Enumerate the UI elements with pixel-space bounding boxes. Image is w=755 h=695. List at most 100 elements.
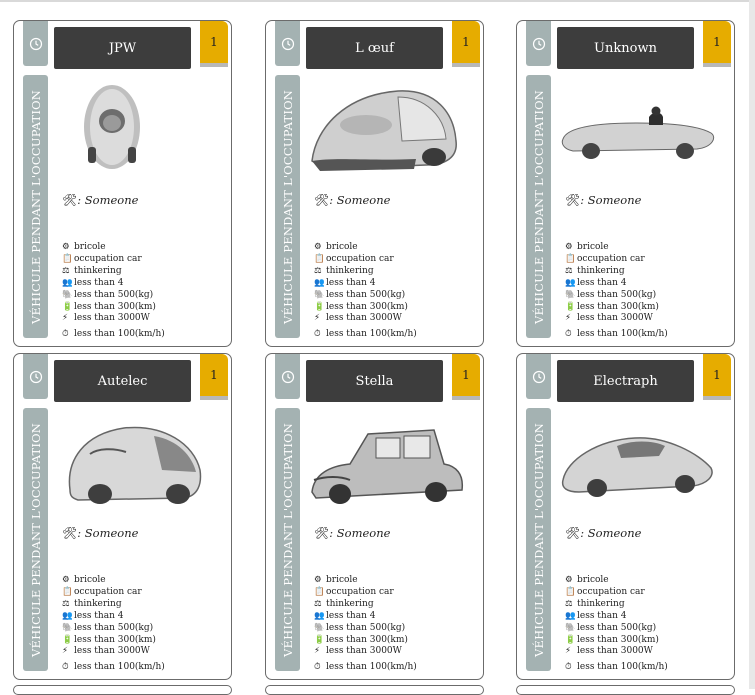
stopwatch-icon: ⏱ <box>565 662 572 673</box>
stat-weight: 🐘less than 500(kg) <box>565 290 668 302</box>
stat-category: 📋occupation car <box>565 254 668 266</box>
tools-icon: 🛠 <box>314 526 330 540</box>
clock-icon <box>29 37 42 50</box>
clock-icon <box>281 370 294 383</box>
vehicle-photo <box>311 90 457 171</box>
stat-value: less than 500(kg) <box>326 289 406 300</box>
clipboard-icon: 📋 <box>565 586 576 597</box>
stat-value: bricole <box>326 242 358 252</box>
stat-seats: 👥less than 4 <box>314 611 417 623</box>
stat-value: less than 3000W <box>326 313 402 324</box>
card-number-badge: 1 <box>200 21 228 67</box>
stat-value: less than 3000W <box>577 646 653 657</box>
stat-value: bricole <box>326 575 358 585</box>
category-sidebar: VÉHICULE PENDANT L'OCCUPATION <box>275 75 300 338</box>
tools-icon: 🛠 <box>62 526 78 540</box>
vehicle-card: VÉHICULE PENDANT L'OCCUPATION Electraph … <box>516 353 735 680</box>
vehicle-photo <box>68 426 202 504</box>
stats-list: ⚙ bricole 📋occupation car ⚖ thinkering 👥le… <box>565 242 668 341</box>
stat-value: bricole <box>577 575 609 585</box>
stat-value: less than 500(kg) <box>74 289 154 300</box>
stat-power: ⚡ less than 3000W <box>314 646 417 658</box>
stat-value: less than 4 <box>326 610 376 621</box>
elephant-icon: 🐘 <box>565 289 576 300</box>
card-corner-tab <box>23 21 48 66</box>
scales-icon: ⚖ <box>62 598 70 609</box>
card-title: L œuf <box>306 27 443 69</box>
clock-icon <box>532 370 545 383</box>
clipboard-icon: 📋 <box>314 586 325 597</box>
stat-weight: 🐘less than 500(kg) <box>62 290 165 302</box>
stat-value: less than 3000W <box>326 646 402 657</box>
gear-icon: ⚙ <box>565 242 573 252</box>
stat-range: 🔋less than 300(km) <box>62 302 165 314</box>
card-title: Electraph <box>557 360 694 402</box>
card-title: JPW <box>54 27 191 69</box>
battery-icon: 🔋 <box>314 301 325 312</box>
stopwatch-icon: ⏱ <box>314 329 321 340</box>
builder-name: Someone <box>336 193 391 207</box>
stat-speed: ⏱ less than 100(km/h) <box>565 662 668 674</box>
builder-name: Someone <box>587 526 642 540</box>
tools-icon: 🛠 <box>565 526 581 540</box>
vehicle-photo <box>561 437 713 497</box>
stat-value: thinkering <box>74 265 122 276</box>
stat-value: less than 300(km) <box>74 634 156 645</box>
page-scrollbar[interactable] <box>749 0 755 689</box>
stat-approach: ⚖ thinkering <box>314 266 417 278</box>
builder-line: 🛠: Someone <box>62 526 139 540</box>
vehicle-card-partial <box>13 685 232 695</box>
stat-value: occupation car <box>326 253 394 264</box>
category-label: VÉHICULE PENDANT L'OCCUPATION <box>280 89 295 324</box>
stat-value: less than 4 <box>577 277 627 288</box>
builder-name: Someone <box>84 193 139 207</box>
stat-value: less than 4 <box>74 277 124 288</box>
category-label: VÉHICULE PENDANT L'OCCUPATION <box>28 422 43 657</box>
people-icon: 👥 <box>62 277 73 288</box>
stat-type: ⚙ bricole <box>62 575 165 587</box>
card-number: 1 <box>713 35 721 49</box>
gear-icon: ⚙ <box>314 575 322 585</box>
tools-icon: 🛠 <box>62 193 78 207</box>
stat-weight: 🐘less than 500(kg) <box>314 290 417 302</box>
card-number: 1 <box>210 368 218 382</box>
elephant-icon: 🐘 <box>62 289 73 300</box>
battery-icon: 🔋 <box>62 301 73 312</box>
card-number-badge: 1 <box>200 354 228 400</box>
stat-approach: ⚖ thinkering <box>314 599 417 611</box>
stat-power: ⚡ less than 3000W <box>62 313 165 325</box>
stat-weight: 🐘less than 500(kg) <box>62 623 165 635</box>
stat-value: less than 300(km) <box>326 301 408 312</box>
page-top-edge <box>0 0 755 2</box>
stat-speed: ⏱ less than 100(km/h) <box>314 329 417 341</box>
stat-category: 📋occupation car <box>314 254 417 266</box>
category-sidebar: VÉHICULE PENDANT L'OCCUPATION <box>526 75 551 338</box>
stat-value: thinkering <box>577 598 625 609</box>
stat-range: 🔋less than 300(km) <box>314 635 417 647</box>
clipboard-icon: 📋 <box>62 253 73 264</box>
stat-value: less than 500(kg) <box>577 289 657 300</box>
clipboard-icon: 📋 <box>314 253 325 264</box>
elephant-icon: 🐘 <box>314 622 325 633</box>
clipboard-icon: 📋 <box>62 586 73 597</box>
stat-weight: 🐘less than 500(kg) <box>314 623 417 635</box>
stat-approach: ⚖ thinkering <box>62 599 165 611</box>
lightning-icon: ⚡ <box>565 313 571 324</box>
stat-speed: ⏱ less than 100(km/h) <box>565 329 668 341</box>
card-title: Stella <box>306 360 443 402</box>
category-sidebar: VÉHICULE PENDANT L'OCCUPATION <box>23 75 48 338</box>
scales-icon: ⚖ <box>62 265 70 276</box>
stopwatch-icon: ⏱ <box>565 329 572 340</box>
gear-icon: ⚙ <box>565 575 573 585</box>
stat-value: less than 4 <box>326 277 376 288</box>
stat-type: ⚙ bricole <box>314 242 417 254</box>
card-corner-tab <box>275 354 300 399</box>
category-sidebar: VÉHICULE PENDANT L'OCCUPATION <box>23 408 48 671</box>
stat-power: ⚡ less than 3000W <box>314 313 417 325</box>
card-corner-tab <box>275 21 300 66</box>
stopwatch-icon: ⏱ <box>62 662 69 673</box>
category-label: VÉHICULE PENDANT L'OCCUPATION <box>28 89 43 324</box>
stat-value: occupation car <box>577 253 645 264</box>
vehicle-card-partial <box>265 685 484 695</box>
stat-value: less than 500(kg) <box>326 622 406 633</box>
